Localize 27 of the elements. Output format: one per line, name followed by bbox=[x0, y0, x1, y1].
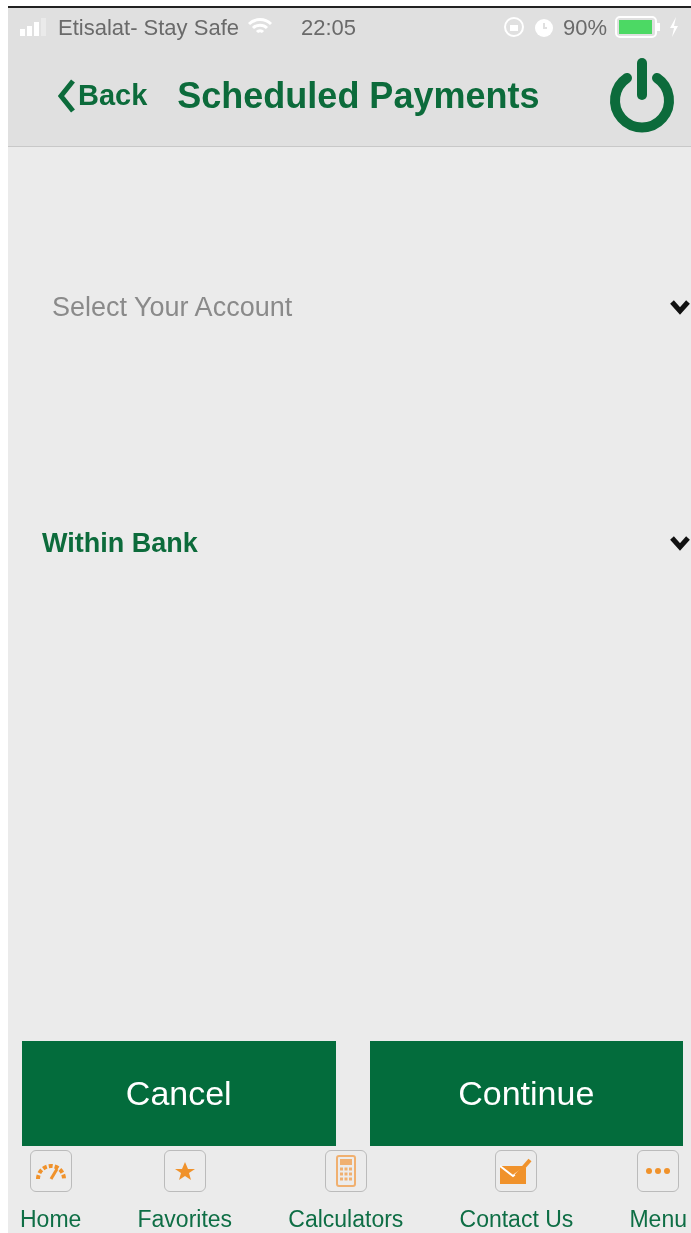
charging-icon bbox=[669, 17, 679, 37]
carrier-name: Etisalat- Stay Safe bbox=[58, 13, 239, 42]
more-icon bbox=[646, 1168, 671, 1174]
star-icon bbox=[174, 1161, 195, 1181]
power-button[interactable] bbox=[607, 58, 677, 134]
tab-bar-item[interactable]: Home bbox=[20, 1150, 82, 1233]
back-button[interactable]: Back bbox=[58, 74, 148, 118]
cancel-button[interactable]: Cancel bbox=[22, 1041, 336, 1146]
dropdown-field[interactable]: Select Your Account bbox=[8, 287, 691, 328]
battery-icon bbox=[615, 16, 661, 38]
page-title: Scheduled Payments bbox=[177, 74, 540, 118]
calculator-icon bbox=[335, 1155, 356, 1187]
chevron-left-icon bbox=[58, 79, 76, 113]
tab-bar-item[interactable]: Calculators bbox=[288, 1150, 404, 1233]
tab-bar-item[interactable]: Menu bbox=[629, 1150, 687, 1233]
dropdown-field[interactable]: Within Bank bbox=[8, 522, 691, 563]
battery-percent: 90% bbox=[562, 13, 607, 42]
tab-bar-item[interactable]: Favorites bbox=[137, 1150, 233, 1233]
envelope-icon bbox=[500, 1158, 533, 1184]
alarm-icon bbox=[532, 16, 555, 38]
speedometer-icon bbox=[34, 1162, 67, 1180]
continue-button[interactable]: Continue bbox=[369, 1041, 683, 1146]
tab-bar-item[interactable]: Contact Us bbox=[459, 1150, 574, 1233]
clock-time: 22:05 bbox=[301, 13, 357, 42]
chevron-down-icon bbox=[669, 299, 691, 316]
chevron-down-icon bbox=[669, 534, 691, 551]
rotation-lock-icon bbox=[502, 16, 525, 38]
